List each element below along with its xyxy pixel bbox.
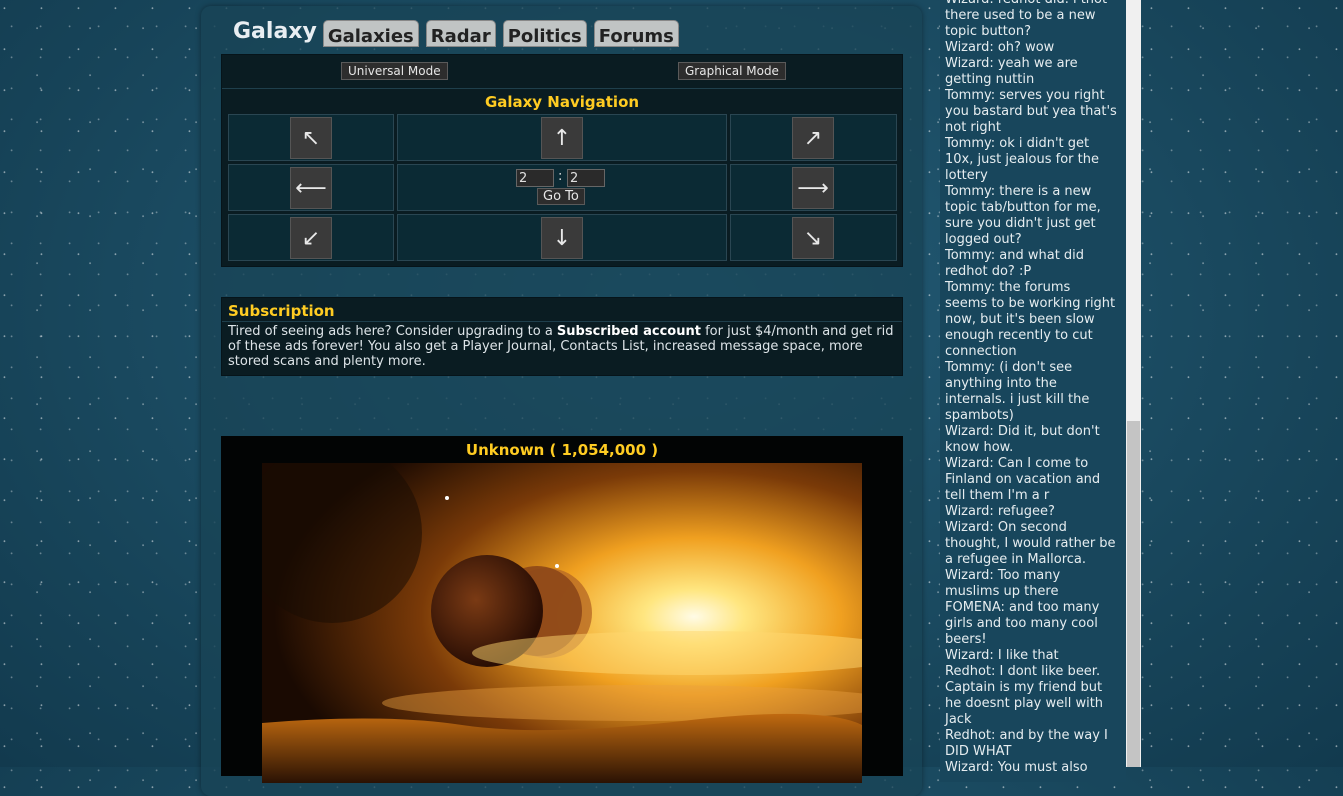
arrow-west-icon[interactable]: ⟵ (290, 167, 332, 209)
coordinate-separator: : (558, 169, 563, 184)
chat-line: beers! (945, 632, 987, 647)
chat-line: Tommy: and what did (945, 248, 1085, 263)
chat-line: topic tab/button for me, (945, 200, 1101, 215)
chat-line: Redhot: and by the way I (945, 728, 1108, 743)
chat-line: Wizard: yeah we are (945, 56, 1078, 71)
nav-cell-s: ↓ (397, 214, 727, 261)
arrow-southwest-icon[interactable]: ↙ (290, 217, 332, 259)
nav-cell-e: ⟶ (730, 164, 897, 211)
chat-line: Redhot: I dont like beer. (945, 664, 1101, 679)
subscription-panel: Subscription Tired of seeing ads here? C… (221, 297, 903, 376)
chat-line: Tommy: the forums (945, 280, 1071, 295)
chat-line: Wizard: Too many (945, 568, 1061, 583)
chat-line: Wizard: On second (945, 520, 1067, 535)
nav-cell-sw: ↙ (228, 214, 394, 261)
subscription-title: Subscription (228, 302, 335, 320)
nav-cell-ne: ↗ (730, 114, 897, 161)
chat-line: Wizard: I like that (945, 648, 1059, 663)
universal-mode-button[interactable]: Universal Mode (341, 62, 448, 80)
chat-line: lottery (945, 168, 988, 183)
chat-log[interactable]: Wizard: redhot did. i thot there used to… (940, 0, 1126, 782)
chat-line: Finland on vacation and (945, 472, 1101, 487)
chat-line: getting nuttin (945, 72, 1035, 87)
tab-galaxies[interactable]: Galaxies (322, 20, 419, 47)
chat-line: topic button? (945, 24, 1031, 39)
planet-title: Unknown ( 1,054,000 ) (465, 441, 659, 459)
chat-line: Tommy: ok i didn't get (945, 136, 1090, 151)
chat-line: Tommy: (i don't see (945, 360, 1073, 375)
arrow-south-icon[interactable]: ↓ (541, 217, 583, 259)
navigation-title: Galaxy Navigation (484, 93, 640, 111)
chat-line: know how. (945, 440, 1014, 455)
mode-row: Universal Mode Graphical Mode (222, 55, 902, 89)
nav-cell-n: ↑ (397, 114, 727, 161)
chat-line: Tommy: serves you right (945, 88, 1105, 103)
chat-line: there used to be a new (945, 8, 1096, 23)
tab-radar[interactable]: Radar (425, 20, 496, 47)
chat-line: girls and too many cool (945, 616, 1098, 631)
arrow-east-icon[interactable]: ⟶ (792, 167, 834, 209)
chat-line: DID WHAT (945, 744, 1012, 759)
galaxy-navigation-panel: Universal Mode Graphical Mode Galaxy Nav… (221, 54, 903, 267)
nav-cell-se: ↘ (730, 214, 897, 261)
chat-line: enough recently to cut (945, 328, 1093, 343)
graphical-mode-button[interactable]: Graphical Mode (678, 62, 786, 80)
chat-line: Wizard: Did it, but don't (945, 424, 1100, 439)
chat-line: Wizard: Can I come to (945, 456, 1089, 471)
chat-scrollbar-thumb[interactable] (1127, 421, 1140, 767)
chat-line: a refugee in Mallorca. (945, 552, 1087, 567)
planet-panel: Unknown ( 1,054,000 ) (221, 436, 903, 783)
tab-bar: Galaxy Galaxies Radar Politics Forums (233, 17, 686, 47)
chat-line: Wizard: redhot did. i thot (945, 0, 1126, 8)
chat-line: not right (945, 120, 1001, 135)
arrow-northeast-icon[interactable]: ↗ (792, 117, 834, 159)
chat-line: muslims up there (945, 584, 1059, 599)
chat-line: seems to be working right (945, 296, 1116, 311)
subscription-text: Tired of seeing ads here? Consider upgra… (228, 324, 894, 369)
tab-forums[interactable]: Forums (593, 20, 679, 47)
nav-cell-w: ⟵ (228, 164, 394, 211)
chat-line: he doesnt play well with (945, 696, 1104, 711)
chat-line: thought, I would rather be (945, 536, 1116, 551)
divider (222, 321, 902, 322)
planet-image (262, 463, 862, 783)
tab-politics[interactable]: Politics (502, 20, 587, 47)
chat-line: internals. i just kill the (945, 392, 1090, 407)
nav-cell-center: : Go To (397, 164, 727, 211)
chat-line: sure you didn't just get (945, 216, 1096, 231)
arrow-north-icon[interactable]: ↑ (541, 117, 583, 159)
subscription-text-before: Tired of seeing ads here? Consider upgra… (228, 324, 557, 339)
y-coordinate-input[interactable] (567, 169, 605, 187)
chat-line: Captain is my friend but (945, 680, 1103, 695)
x-coordinate-input[interactable] (516, 169, 554, 187)
chat-line: you bastard but yea that's (945, 104, 1117, 119)
chat-line: anything into the (945, 376, 1057, 391)
chat-line: FOMENA: and too many (945, 600, 1100, 615)
chat-line: logged out? (945, 232, 1022, 247)
chat-line: now, but it's been slow (945, 312, 1095, 327)
arrow-southeast-icon[interactable]: ↘ (792, 217, 834, 259)
chat-line: Wizard: refugee? (945, 504, 1055, 519)
chat-line: tell them I'm a r (945, 488, 1050, 503)
chat-line: Wizard: oh? wow (945, 40, 1055, 55)
nav-cell-nw: ↖ (228, 114, 394, 161)
chat-line: Tommy: there is a new (945, 184, 1092, 199)
chat-line: spambots) (945, 408, 1014, 423)
subscribed-account-link[interactable]: Subscribed account (557, 324, 701, 339)
arrow-northwest-icon[interactable]: ↖ (290, 117, 332, 159)
chat-line: connection (945, 344, 1017, 359)
chat-line: redhot do? :P (945, 264, 1032, 279)
chat-line: 10x, just jealous for the (945, 152, 1099, 167)
page-title: Galaxy (233, 19, 317, 44)
chat-line: Wizard: You must also (945, 760, 1088, 775)
chat-line: Jack (945, 712, 972, 727)
go-to-button[interactable]: Go To (537, 188, 585, 205)
